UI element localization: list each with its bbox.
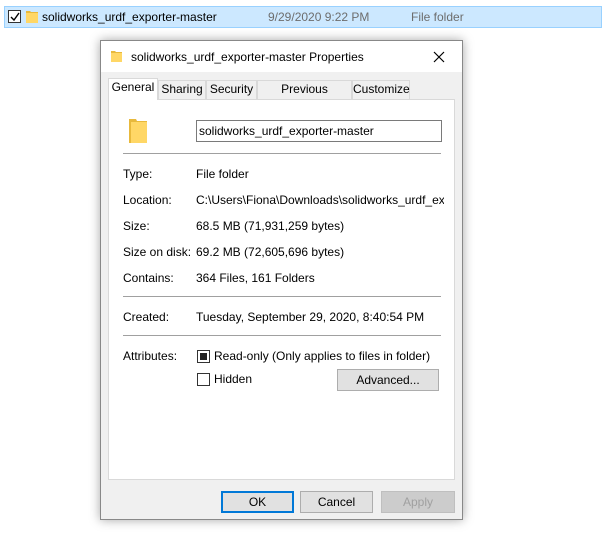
location-value: C:\Users\Fiona\Downloads\solidworks_urdf… — [196, 193, 444, 207]
size-value: 68.5 MB (71,931,259 bytes) — [196, 219, 345, 233]
close-icon — [433, 51, 445, 62]
close-button[interactable] — [416, 41, 462, 72]
advanced-button[interactable]: Advanced... — [337, 369, 439, 391]
divider — [123, 153, 441, 154]
size-on-disk-label: Size on disk: — [123, 245, 192, 259]
contains-label: Contains: — [123, 271, 174, 285]
attributes-label: Attributes: — [123, 349, 178, 363]
general-panel: Type: File folder Location: C:\Users\Fio… — [108, 99, 455, 480]
ok-button[interactable]: OK — [221, 491, 294, 513]
title-bar[interactable]: solidworks_urdf_exporter-master Properti… — [101, 41, 462, 72]
tab-customize[interactable]: Customize — [352, 80, 410, 99]
row-type: File folder — [411, 10, 464, 24]
created-label: Created: — [123, 310, 170, 324]
row-name: solidworks_urdf_exporter-master — [42, 10, 217, 24]
cancel-button[interactable]: Cancel — [300, 491, 373, 513]
type-label: Type: — [123, 167, 153, 181]
hidden-label[interactable]: Hidden — [214, 372, 252, 386]
checkmark-icon — [10, 12, 20, 22]
folder-icon — [111, 50, 123, 66]
dialog-title: solidworks_urdf_exporter-master Properti… — [131, 50, 364, 64]
row-date: 9/29/2020 9:22 PM — [268, 10, 370, 24]
apply-button[interactable]: Apply — [381, 491, 455, 513]
tab-security[interactable]: Security — [206, 80, 257, 99]
type-value: File folder — [196, 167, 249, 181]
properties-dialog: solidworks_urdf_exporter-master Properti… — [100, 40, 463, 520]
contains-value: 364 Files, 161 Folders — [196, 271, 315, 285]
size-label: Size: — [123, 219, 150, 233]
file-list-row[interactable]: solidworks_urdf_exporter-master 9/29/202… — [4, 6, 602, 28]
tab-general[interactable]: General — [108, 78, 158, 100]
folder-name-input[interactable] — [196, 120, 442, 142]
tab-previous-versions[interactable]: Previous Versions — [257, 80, 352, 113]
row-checkbox[interactable] — [8, 10, 21, 23]
location-label: Location: — [123, 193, 172, 207]
readonly-label[interactable]: Read-only (Only applies to files in fold… — [214, 349, 430, 363]
created-value: Tuesday, September 29, 2020, 8:40:54 PM — [196, 310, 425, 324]
divider — [123, 335, 441, 336]
hidden-checkbox[interactable] — [197, 373, 210, 386]
large-folder-icon — [128, 117, 148, 148]
divider — [123, 296, 441, 297]
folder-icon — [26, 10, 39, 27]
readonly-checkbox[interactable] — [197, 350, 210, 363]
size-on-disk-value: 69.2 MB (72,605,696 bytes) — [196, 245, 345, 259]
tab-sharing[interactable]: Sharing — [158, 80, 206, 99]
